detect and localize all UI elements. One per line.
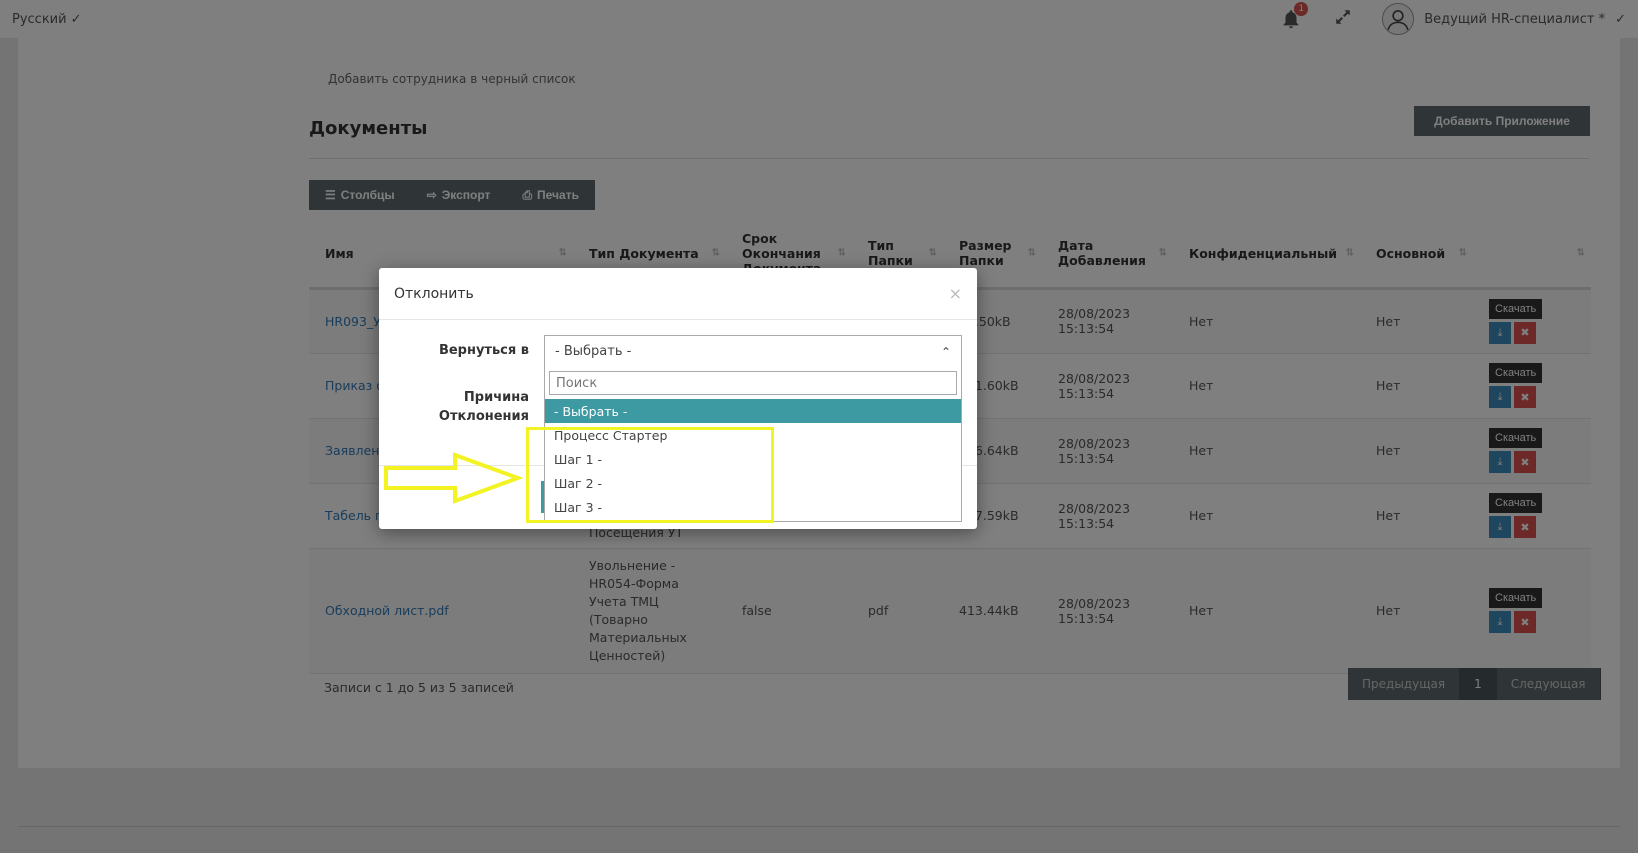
- reason-label: Причина Отклонения: [438, 390, 529, 424]
- select-value: - Выбрать -: [555, 344, 632, 359]
- return-to-select[interactable]: - Выбрать - ⌃: [544, 335, 962, 368]
- modal-title: Отклонить: [394, 285, 474, 302]
- arrow-annotation: [384, 452, 523, 504]
- modal-header: Отклонить ×: [379, 268, 977, 320]
- chevron-up-icon: ⌃: [940, 344, 951, 359]
- highlight-annotation: [526, 427, 774, 523]
- dropdown-search-input[interactable]: [549, 371, 957, 395]
- close-icon[interactable]: ×: [949, 284, 962, 303]
- dropdown-option[interactable]: - Выбрать -: [545, 399, 961, 423]
- return-to-label: Вернуться в: [438, 343, 529, 358]
